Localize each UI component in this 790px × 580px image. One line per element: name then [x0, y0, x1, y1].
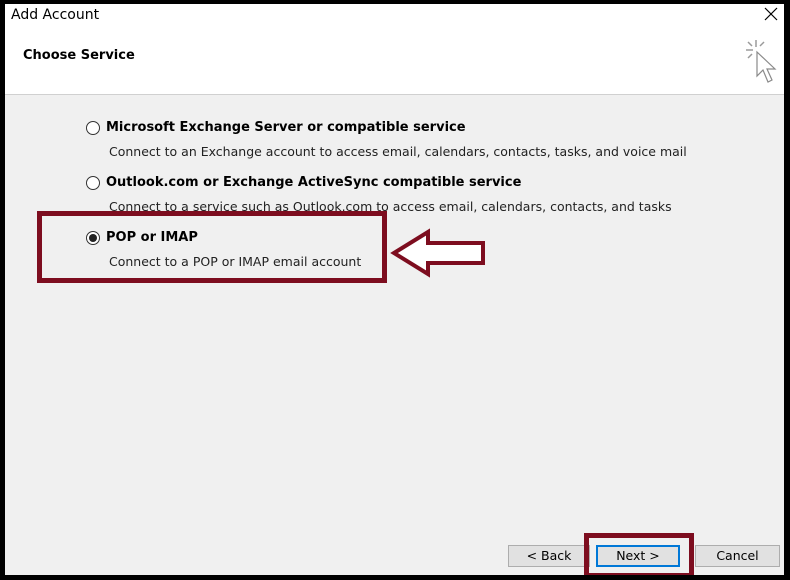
- pop-imap-highlight-box: [37, 211, 387, 283]
- page-title: Choose Service: [23, 48, 135, 63]
- wizard-cursor-icon: [746, 40, 777, 83]
- option-label: Outlook.com or Exchange ActiveSync compa…: [106, 175, 522, 190]
- option-description: Connect to an Exchange account to access…: [109, 144, 687, 159]
- dialog-header: Choose Service: [5, 28, 784, 95]
- left-arrow-icon: [390, 228, 485, 278]
- window-title: Add Account: [11, 7, 100, 23]
- title-bar: Add Account: [5, 4, 784, 28]
- next-button[interactable]: Next >: [596, 545, 680, 567]
- radio-activesync[interactable]: [86, 176, 100, 190]
- add-account-dialog: Add Account Choose Service Microsoft Exc…: [5, 4, 784, 575]
- option-label: Microsoft Exchange Server or compatible …: [106, 120, 466, 135]
- cancel-button[interactable]: Cancel: [695, 545, 780, 567]
- service-options: Microsoft Exchange Server or compatible …: [5, 95, 784, 525]
- dialog-footer: < Back Next > Cancel: [5, 524, 784, 575]
- back-button[interactable]: < Back: [508, 545, 590, 567]
- close-icon[interactable]: [762, 5, 780, 23]
- radio-exchange[interactable]: [86, 121, 100, 135]
